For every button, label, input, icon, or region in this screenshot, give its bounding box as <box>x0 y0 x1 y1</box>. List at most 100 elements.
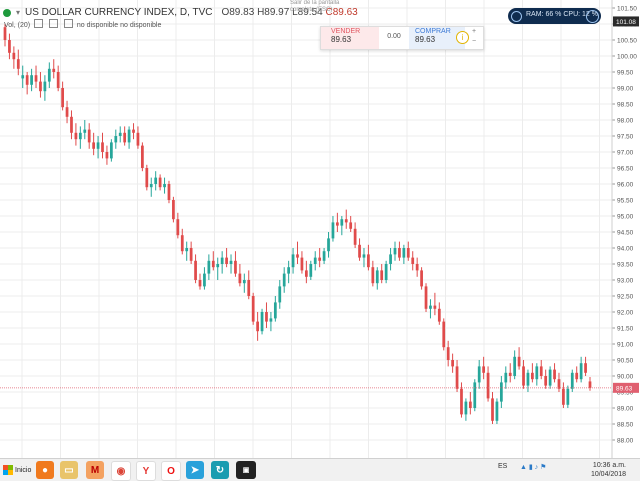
candle-body <box>149 184 153 188</box>
yandex-icon[interactable]: Y <box>136 461 156 481</box>
sell-button[interactable]: VENDER 89.63 <box>321 27 379 49</box>
candle-body <box>584 363 587 373</box>
candle-body <box>216 264 220 268</box>
chevron-down-icon[interactable]: ▾ <box>16 8 20 17</box>
candle-body <box>83 129 87 133</box>
app-dark-icon[interactable]: ▣ <box>236 461 256 479</box>
tray-icons[interactable]: ▲ ▮ ♪ ⚑ <box>520 463 546 471</box>
candle-body <box>207 260 211 274</box>
plus-button[interactable]: + <box>472 27 476 37</box>
sell-price: 89.63 <box>331 35 352 44</box>
candle-body <box>429 305 432 309</box>
candle-body <box>154 177 158 184</box>
candle-body <box>61 88 64 108</box>
high-value: H89.97 <box>257 7 290 18</box>
candle-body <box>327 238 330 252</box>
candle-body <box>251 296 255 322</box>
candle-body <box>539 366 543 376</box>
candle-body <box>553 369 556 380</box>
minus-button[interactable]: − <box>472 37 476 47</box>
candle-body <box>282 273 286 287</box>
price-tick-label: 88.50 <box>617 422 634 429</box>
chrome-icon[interactable]: ◉ <box>111 461 131 481</box>
candle-body <box>127 129 131 143</box>
price-tick-label: 97.50 <box>617 134 634 141</box>
trade-panel: VENDER 89.63 0.00 COMPRAR 89.63 i + − <box>320 26 484 50</box>
info-icon[interactable]: i <box>456 31 469 44</box>
price-tick-label: 96.00 <box>617 182 634 189</box>
taskbar: Inicio ● ▭ M ◉ Y O ➤ ↻ ▣ ES ▲ ▮ ♪ ⚑ 10:3… <box>0 458 640 481</box>
candle-body <box>424 286 428 309</box>
candle-body <box>340 219 344 226</box>
candle-body <box>105 152 109 159</box>
eye-icon[interactable] <box>34 19 44 28</box>
candle-body <box>562 388 565 405</box>
candle-body <box>194 260 197 280</box>
candle-body <box>291 254 295 268</box>
candle-body <box>415 264 419 271</box>
clock-time: 10:36 a.m. <box>592 462 626 469</box>
price-tick-label: 94.50 <box>617 230 634 237</box>
candle-body <box>508 372 512 376</box>
refresh-icon[interactable] <box>586 10 599 23</box>
symbol-title[interactable]: US DOLLAR CURRENCY INDEX, D, TVC <box>25 7 212 18</box>
telegram-icon[interactable]: ➤ <box>186 461 204 479</box>
price-tick-label: 100.50 <box>617 38 637 45</box>
candlestick-chart[interactable]: 101.50101.00100.50100.0099.5099.0098.509… <box>0 0 640 458</box>
volume-legend: Vol, (20) no disponible no disponible <box>4 19 161 29</box>
candle-body <box>504 372 508 383</box>
start-label: Inicio <box>15 466 32 474</box>
opera-icon[interactable]: O <box>161 461 181 481</box>
candle-body <box>362 254 366 258</box>
candle-body <box>318 257 322 261</box>
candle-body <box>579 363 583 380</box>
language-indicator[interactable]: ES <box>498 463 507 470</box>
candle-body <box>398 248 401 258</box>
close-icon[interactable] <box>63 19 73 28</box>
price-tick-label: 95.50 <box>617 198 634 205</box>
candle-body <box>34 75 38 82</box>
mega-icon[interactable]: M <box>86 461 104 479</box>
candle-body <box>172 200 175 220</box>
settings-icon[interactable] <box>48 19 58 28</box>
refresh-app-icon[interactable]: ↻ <box>211 461 229 479</box>
firefox-icon[interactable]: ● <box>36 461 54 479</box>
candle-body <box>141 145 144 168</box>
candle-body <box>477 366 481 383</box>
candle-body <box>304 270 308 277</box>
candle-body <box>229 260 233 264</box>
candle-body <box>176 219 180 236</box>
candle-body <box>433 305 437 309</box>
candle-body <box>273 302 277 319</box>
candle-body <box>158 177 162 188</box>
quantity-stepper[interactable]: + − <box>472 27 476 47</box>
price-tick-label: 95.00 <box>617 214 634 221</box>
candle-body <box>473 382 477 408</box>
price-tick-label: 90.00 <box>617 374 634 381</box>
candle-body <box>278 286 282 303</box>
candle-body <box>185 248 189 252</box>
price-tick-label: 89.00 <box>617 406 634 413</box>
candle-body <box>482 366 486 373</box>
candle-body <box>242 280 246 284</box>
candle-body <box>296 254 299 258</box>
candle-body <box>39 81 42 92</box>
folder-icon[interactable]: ▭ <box>60 461 78 479</box>
start-button[interactable]: Inicio <box>0 461 31 479</box>
price-tick-label: 88.00 <box>617 438 634 445</box>
clock[interactable]: 10:36 a.m. 10/04/2018 <box>591 461 626 479</box>
candle-body <box>575 372 579 380</box>
system-monitor-widget[interactable]: RAM: 66 % CPU: 12 % <box>508 8 601 24</box>
candle-body <box>353 228 357 245</box>
price-tick-label: 99.00 <box>617 86 634 93</box>
candle-body <box>256 321 259 332</box>
candle-body <box>406 248 410 258</box>
candle-body <box>300 257 304 271</box>
clock-date: 10/04/2018 <box>590 471 626 478</box>
candle-body <box>43 81 47 92</box>
price-tick-label: 92.00 <box>617 310 634 317</box>
price-tick-label: 99.50 <box>617 70 634 77</box>
candle-body <box>544 376 548 386</box>
candle-body <box>16 59 20 69</box>
candle-body <box>384 264 388 280</box>
